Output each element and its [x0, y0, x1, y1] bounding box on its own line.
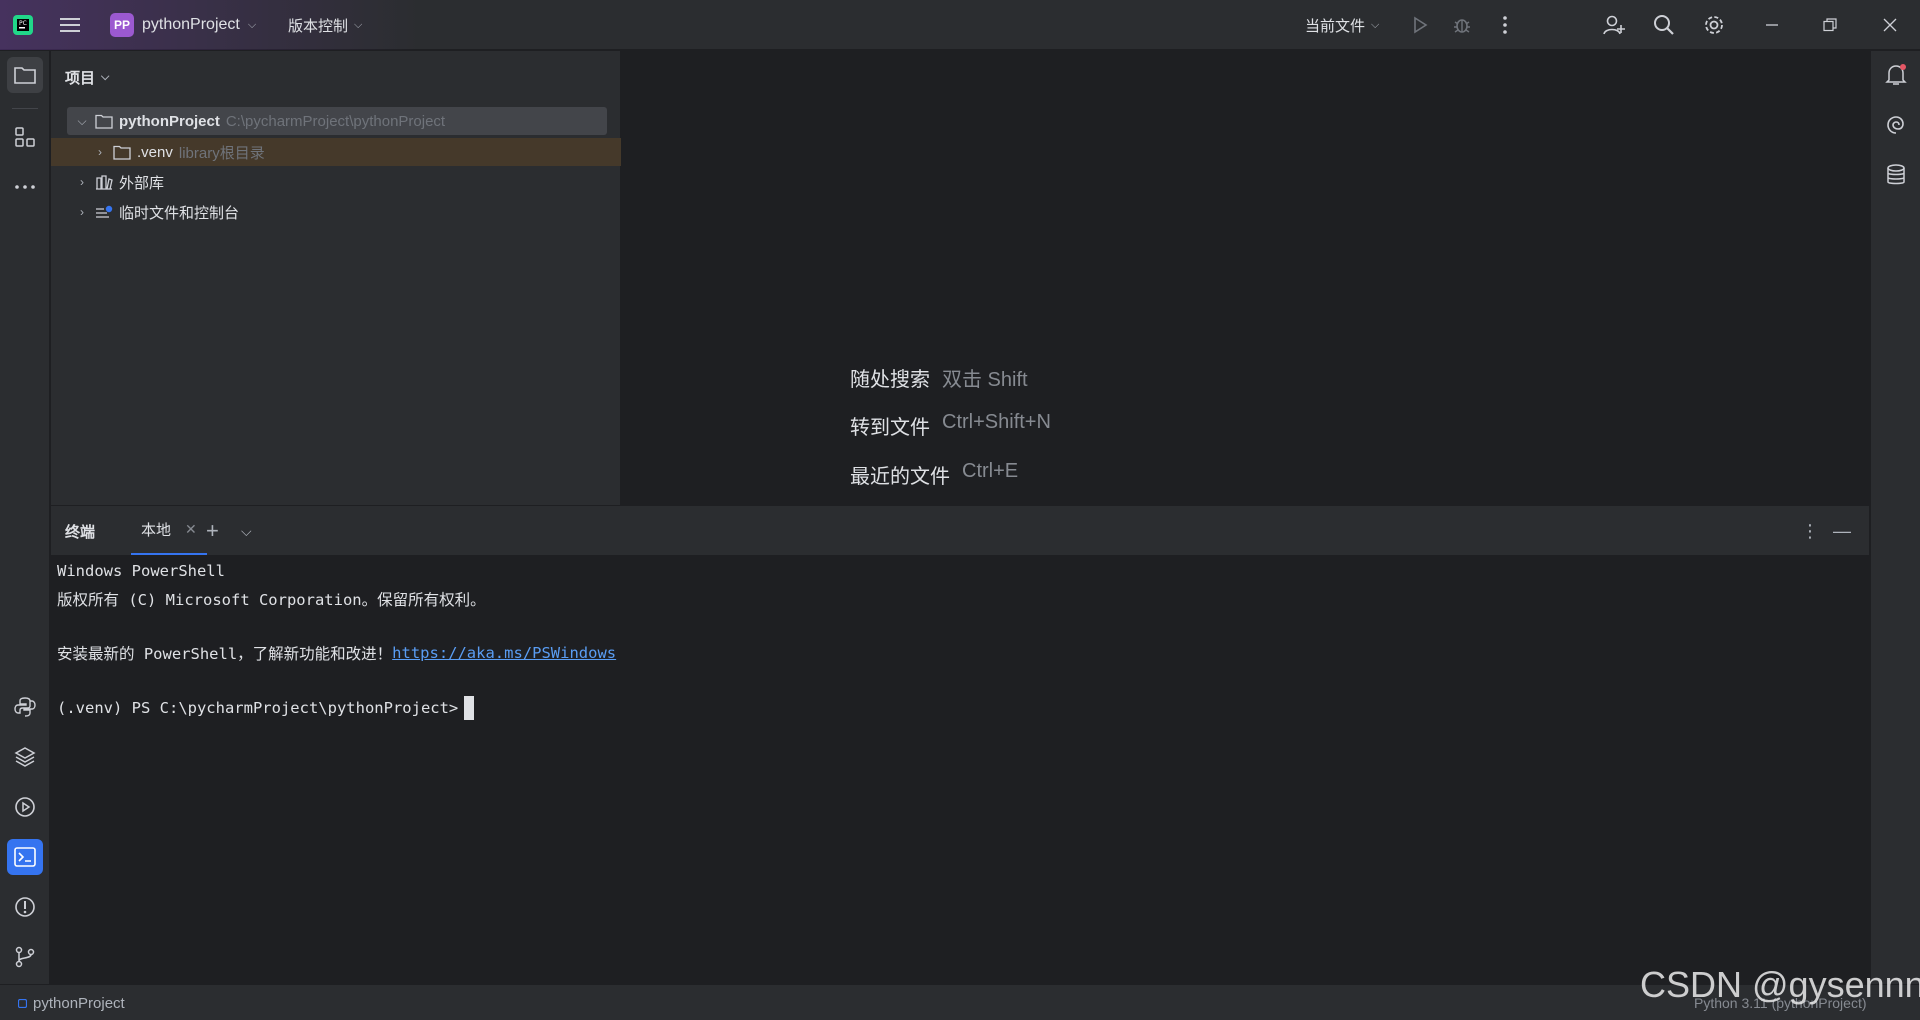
folder-icon	[113, 145, 131, 160]
tree-item-label: .venv	[137, 143, 173, 161]
close-icon[interactable]	[1876, 0, 1904, 50]
pycharm-logo-icon[interactable]: PC	[12, 0, 38, 50]
run-icon[interactable]	[1406, 0, 1434, 50]
tree-item-external-libraries[interactable]: › 外部库	[67, 168, 164, 196]
hint-label: 最近的文件	[850, 466, 950, 488]
debug-icon[interactable]	[1448, 0, 1476, 50]
more-tools-icon[interactable]	[7, 169, 43, 205]
project-badge: PP	[110, 13, 134, 37]
tree-item-path: C:\pycharmProject\pythonProject	[225, 112, 446, 130]
add-user-icon[interactable]	[1600, 0, 1628, 50]
python-packages-layers-icon[interactable]	[7, 739, 43, 775]
library-icon	[96, 174, 113, 190]
status-project[interactable]: pythonProject	[18, 985, 125, 1020]
terminal-line: 安装最新的 PowerShell，了解新功能和改进！ https://aka.m…	[57, 641, 616, 665]
welcome-hint-recent-files: 最近的文件 Ctrl+E	[850, 460, 1018, 489]
right-tool-strip	[1870, 51, 1920, 984]
welcome-hint-search: 随处搜索 双击 Shift	[850, 363, 1028, 392]
terminal-line: Windows PowerShell	[57, 562, 225, 580]
vcs-menu[interactable]: 版本控制 ⌵	[288, 0, 362, 50]
new-tab-plus-icon[interactable]: +	[206, 506, 219, 556]
minimize-icon[interactable]	[1758, 0, 1786, 50]
vcs-label: 版本控制	[288, 17, 349, 35]
terminal-header: 终端 本地 ✕ + ⌵ ⋮ —	[51, 505, 1869, 556]
close-tab-icon[interactable]: ✕	[185, 521, 197, 538]
tree-item-venv[interactable]: › .venv library根目录	[51, 138, 621, 166]
project-tool-folder-icon[interactable]	[7, 57, 43, 93]
main-menu-icon[interactable]	[60, 0, 86, 50]
hint-shortcut: Ctrl+E	[962, 460, 1019, 482]
database-icon[interactable]	[1878, 157, 1914, 193]
left-tool-strip	[0, 51, 50, 984]
terminal-output[interactable]: Windows PowerShell 版权所有 (C) Microsoft Co…	[51, 555, 1869, 984]
tab-local[interactable]: 本地 ✕	[131, 506, 207, 556]
project-switcher[interactable]: PP pythonProject ⌵	[110, 0, 256, 50]
expand-down-arrow-icon[interactable]: ⌵	[75, 114, 89, 129]
chevron-down-icon[interactable]: ⌵	[241, 506, 252, 556]
chevron-down-icon: ⌵	[1371, 18, 1380, 31]
run-config-label: 当前文件	[1305, 17, 1366, 35]
svg-text:PC: PC	[19, 20, 27, 27]
settings-gear-icon[interactable]	[1700, 0, 1728, 50]
more-vertical-icon[interactable]	[1491, 0, 1519, 50]
status-bar: pythonProject Python 3.11 (pythonProject…	[0, 984, 1920, 1020]
restore-icon[interactable]	[1816, 0, 1844, 50]
problems-icon[interactable]	[7, 889, 43, 925]
tree-item-hint: library根目录	[178, 144, 265, 162]
run-config-selector[interactable]: 当前文件 ⌵	[1305, 0, 1379, 50]
project-panel-title: 项目	[65, 70, 96, 87]
terminal-line: 版权所有 (C) Microsoft Corporation。保留所有权利。	[57, 591, 486, 609]
text-cursor	[464, 696, 475, 720]
search-icon[interactable]	[1650, 0, 1678, 50]
title-bar: PC PP pythonProject ⌵ 版本控制 ⌵ 当前文件 ⌵	[0, 0, 1920, 50]
editor-empty-area: 随处搜索 双击 Shift 转到文件 Ctrl+Shift+N 最近的文件 Ct…	[622, 51, 1869, 505]
status-project-label: pythonProject	[33, 994, 125, 1012]
project-panel-header[interactable]: 项目 ⌵	[65, 67, 109, 88]
python-console-icon[interactable]	[7, 689, 43, 725]
tree-item-scratches[interactable]: › 临时文件和控制台	[67, 198, 239, 226]
folder-icon	[95, 114, 113, 129]
tree-item-project-root[interactable]: ⌵ pythonProject C:\pycharmProject\python…	[67, 107, 607, 135]
ai-assistant-spiral-icon[interactable]	[1878, 107, 1914, 143]
tree-item-label: 外部库	[119, 174, 165, 192]
scratch-console-icon	[96, 205, 113, 218]
hint-label: 随处搜索	[850, 369, 930, 391]
hint-label: 转到文件	[850, 417, 930, 439]
terminal-prompt-line: (.venv) PS C:\pycharmProject\pythonProje…	[57, 696, 475, 720]
hint-shortcut: Ctrl+Shift+N	[942, 411, 1051, 433]
divider	[12, 108, 38, 109]
more-vertical-icon[interactable]: ⋮	[1801, 506, 1819, 556]
welcome-hint-goto-file: 转到文件 Ctrl+Shift+N	[850, 411, 1051, 440]
watermark: CSDN @gysennn	[1640, 964, 1920, 1005]
terminal-icon[interactable]	[7, 839, 43, 875]
terminal-title: 终端	[65, 523, 96, 541]
hint-shortcut: 双击 Shift	[942, 369, 1028, 391]
project-square-icon	[18, 998, 27, 1008]
terminal-text: 安装最新的 PowerShell，了解新功能和改进！	[57, 645, 393, 663]
chevron-down-icon: ⌵	[247, 18, 257, 31]
git-branch-icon[interactable]	[7, 939, 43, 975]
chevron-down-icon: ⌵	[354, 18, 363, 31]
project-name: pythonProject	[142, 16, 240, 33]
terminal-prompt: (.venv) PS C:\pycharmProject\pythonProje…	[57, 699, 459, 717]
tree-item-label: pythonProject	[119, 112, 220, 130]
tree-item-label: 临时文件和控制台	[119, 204, 240, 222]
tab-label: 本地	[141, 522, 172, 539]
expand-right-arrow-icon[interactable]: ›	[93, 145, 107, 159]
expand-right-arrow-icon[interactable]: ›	[75, 175, 89, 189]
services-run-icon[interactable]	[7, 789, 43, 825]
chevron-down-icon: ⌵	[101, 71, 110, 83]
expand-right-arrow-icon[interactable]: ›	[75, 205, 89, 219]
hide-panel-icon[interactable]: —	[1833, 506, 1851, 556]
structure-icon[interactable]	[7, 119, 43, 155]
notifications-bell-icon[interactable]	[1878, 57, 1914, 93]
powershell-link[interactable]: https://aka.ms/PSWindows	[392, 644, 616, 662]
project-panel: 项目 ⌵ ⌵ pythonProject C:\pycharmProject\p…	[51, 51, 621, 505]
